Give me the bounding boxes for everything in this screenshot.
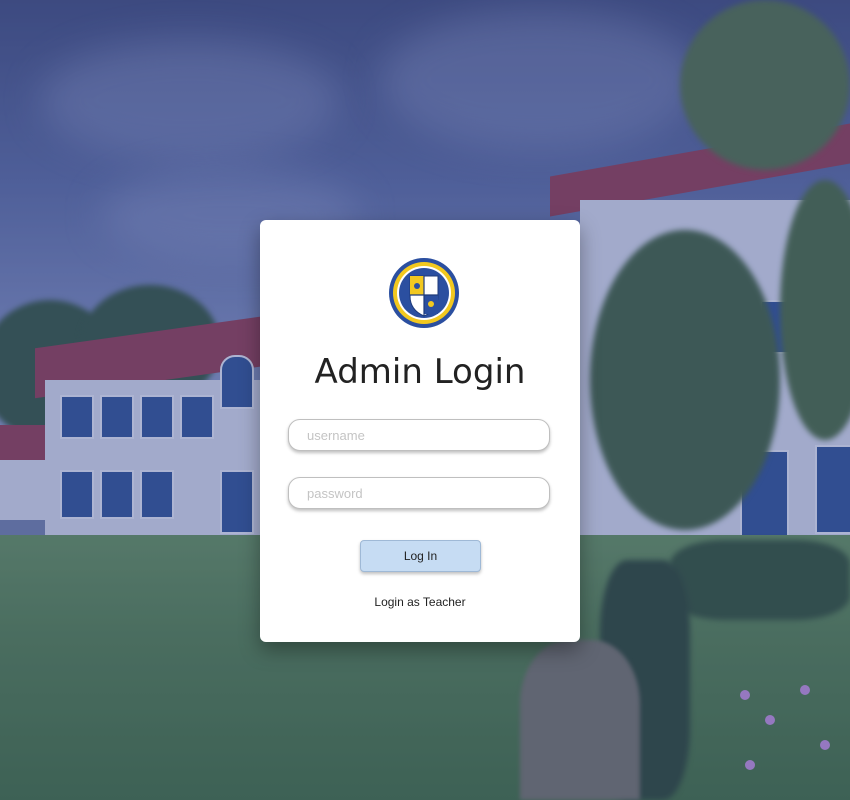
school-seal-icon (389, 258, 459, 328)
login-button[interactable]: Log In (360, 540, 481, 572)
password-field[interactable] (288, 477, 550, 509)
username-field[interactable] (288, 419, 550, 451)
login-card: Admin Login Log In Login as Teacher (260, 220, 580, 642)
login-as-teacher-link[interactable]: Login as Teacher (260, 595, 580, 609)
page-title: Admin Login (314, 352, 526, 392)
login-page: Admin Login Log In Login as Teacher (0, 0, 850, 800)
